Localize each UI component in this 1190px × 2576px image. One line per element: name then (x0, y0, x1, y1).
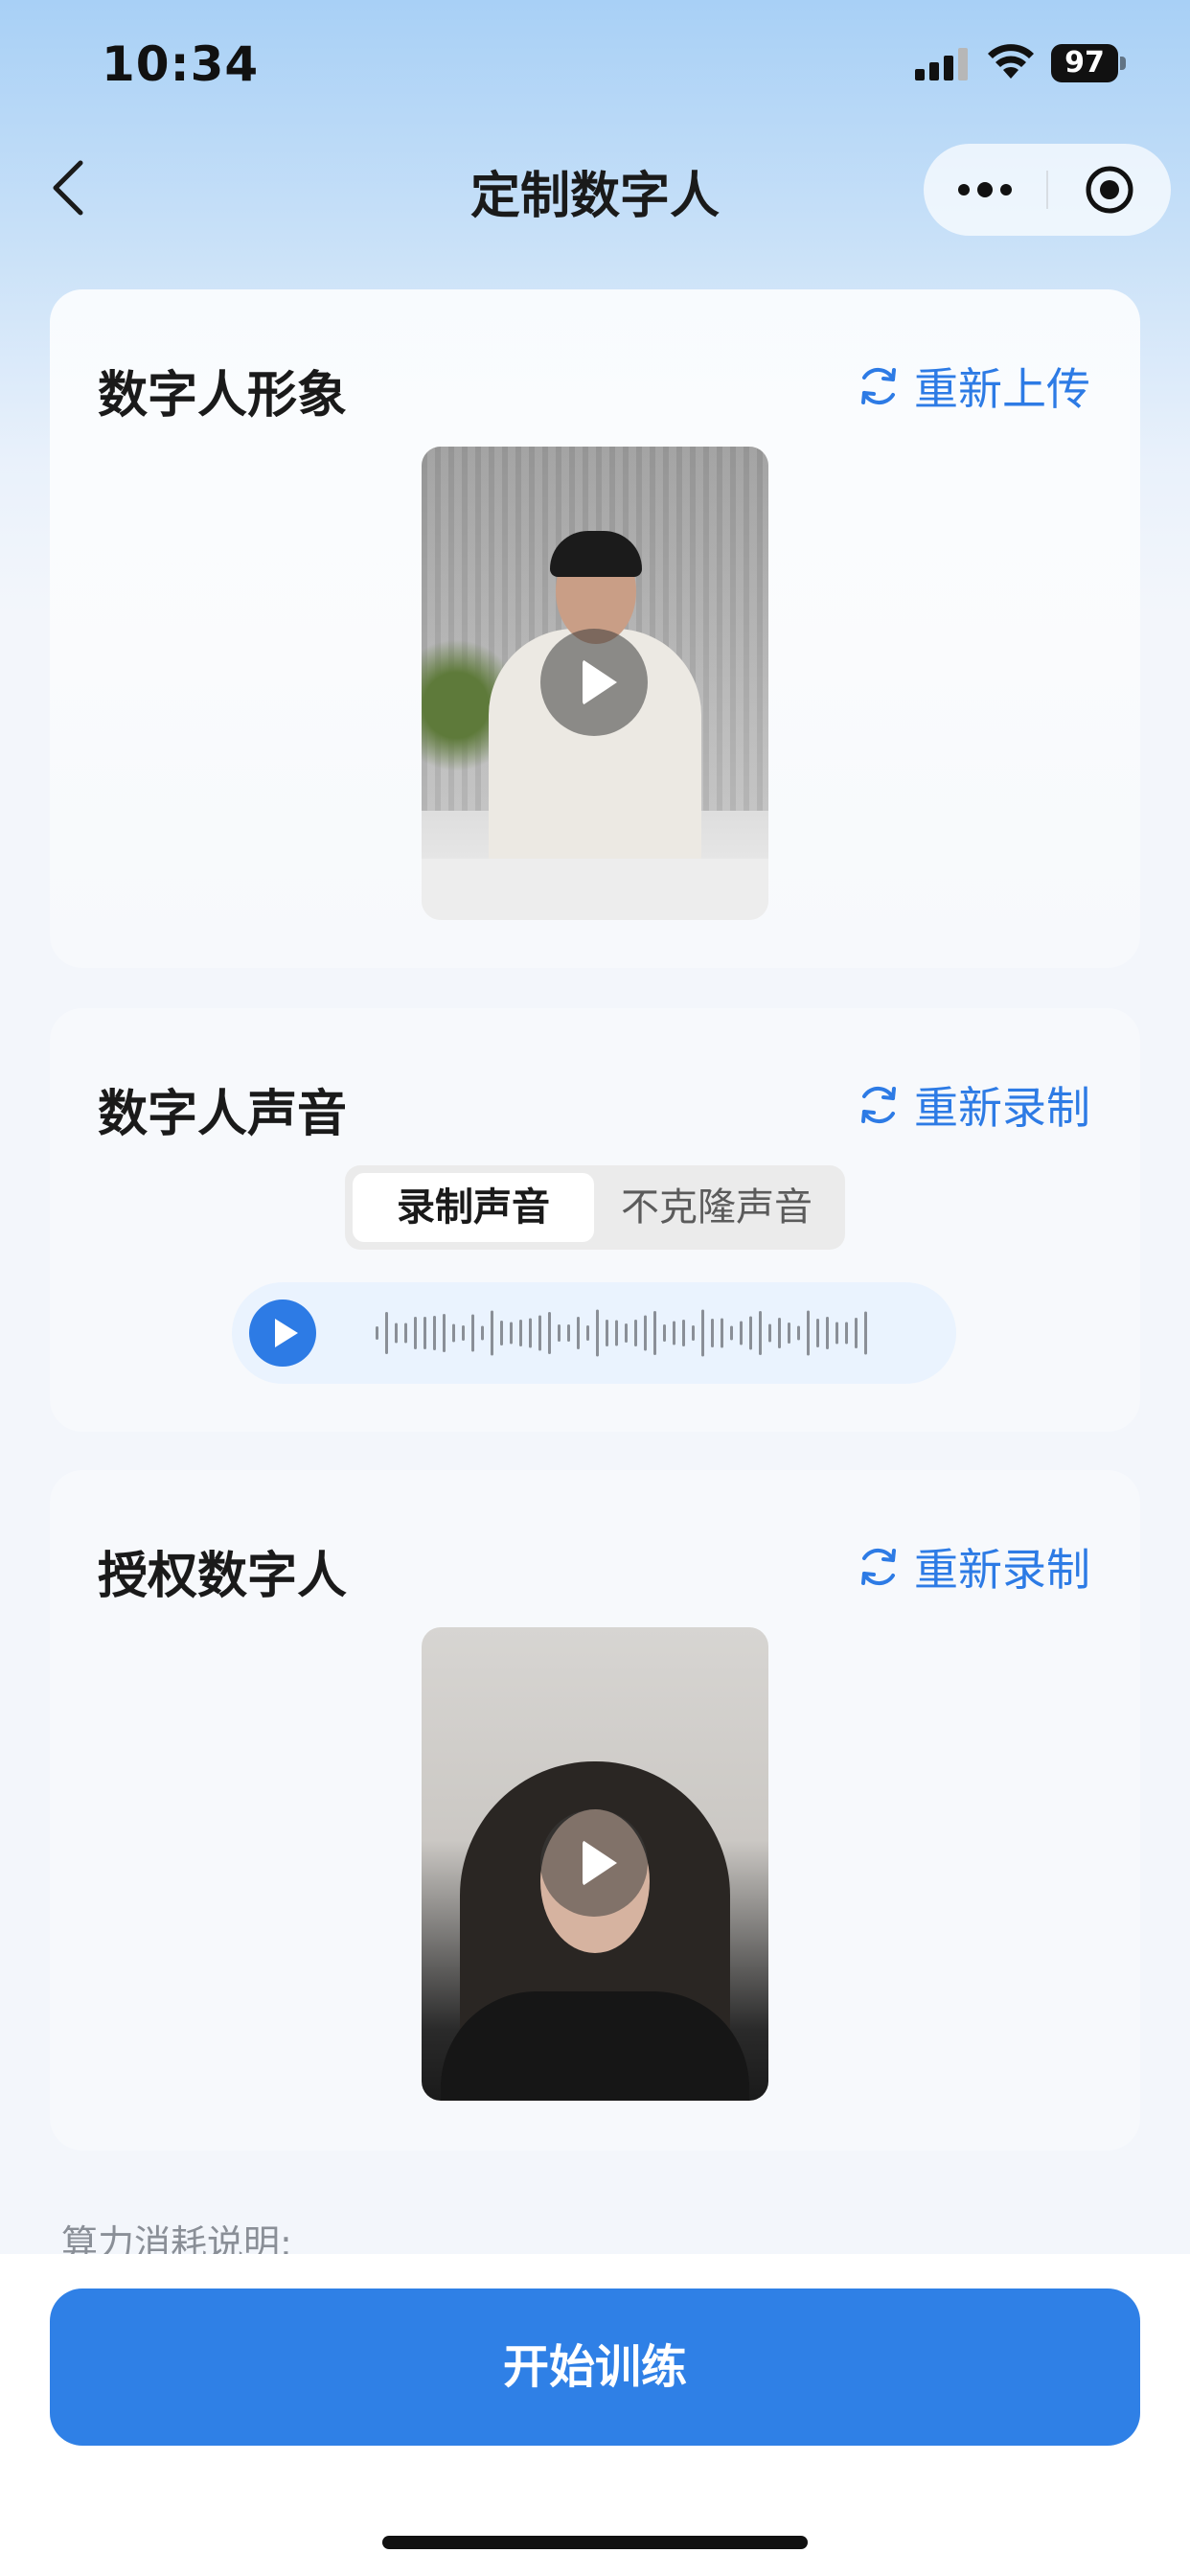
waveform-bar (634, 1320, 637, 1346)
close-mini-program-button[interactable] (1048, 144, 1171, 236)
play-video-button[interactable] (540, 629, 648, 736)
authorize-card: 授权数字人 重新录制 (50, 1470, 1140, 2150)
status-time: 10:34 (102, 36, 260, 92)
rerecord-authorize-button[interactable]: 重新录制 (857, 1535, 1090, 1598)
waveform-bar (500, 1321, 503, 1346)
waveform-bar (376, 1326, 378, 1340)
waveform-bar (721, 1318, 723, 1348)
waveform-bar (768, 1323, 771, 1343)
waveform-bar (395, 1322, 398, 1344)
status-bar: 10:34 97 (0, 0, 1190, 134)
mini-program-capsule (924, 144, 1171, 236)
waveform-bar (538, 1315, 541, 1351)
waveform-bar (845, 1322, 848, 1345)
avatar-video-thumbnail[interactable] (422, 447, 768, 920)
battery-level: 97 (1051, 44, 1118, 82)
waveform-bar (835, 1322, 838, 1345)
waveform-bar (826, 1317, 829, 1349)
waveform-bar (615, 1320, 618, 1346)
waveform-bar (433, 1316, 436, 1350)
battery-icon: 97 (1051, 44, 1126, 82)
waveform-bar (653, 1311, 656, 1355)
waveform-bar (663, 1324, 666, 1342)
audio-player (232, 1282, 956, 1384)
voice-mode-segmented-control: 录制声音 不克隆声音 (345, 1165, 845, 1250)
waveform-bar (471, 1314, 474, 1352)
home-indicator (382, 2536, 808, 2549)
waveform-bar (701, 1309, 704, 1357)
waveform-bar (529, 1318, 532, 1348)
voice-card: 数字人声音 重新录制 录制声音 不克隆声音 (50, 1008, 1140, 1432)
refresh-icon (861, 1548, 896, 1586)
waveform-bar (692, 1325, 695, 1341)
rerecord-voice-label: 重新录制 (914, 1082, 1090, 1134)
waveform-bar (855, 1318, 858, 1348)
waveform-bar (481, 1325, 484, 1341)
tab-record-voice[interactable]: 录制声音 (353, 1173, 594, 1242)
wifi-icon (988, 44, 1034, 79)
start-training-button[interactable]: 开始训练 (50, 2288, 1140, 2446)
waveform-bar (644, 1315, 647, 1351)
play-video-button[interactable] (540, 1809, 648, 1917)
waveform-bar (711, 1319, 714, 1347)
rerecord-voice-button[interactable]: 重新录制 (857, 1073, 1090, 1137)
authorize-video-thumbnail[interactable] (422, 1627, 768, 2101)
table-shape (422, 859, 768, 920)
waveform-bar (740, 1321, 743, 1346)
reupload-label: 重新上传 (914, 363, 1090, 415)
voice-section-title: 数字人声音 (98, 1086, 348, 1143)
waveform-bar (577, 1317, 580, 1349)
waveform-bar (864, 1311, 867, 1355)
waveform-bar (462, 1325, 465, 1341)
waveform-bar (414, 1317, 417, 1349)
waveform-bar (385, 1312, 388, 1354)
waveform-bar (807, 1310, 810, 1356)
waveform-bar (443, 1314, 446, 1352)
more-button[interactable] (924, 144, 1046, 236)
waveform-bar (491, 1310, 493, 1356)
refresh-icon (861, 1086, 896, 1124)
waveform-bar (596, 1309, 599, 1357)
tab-no-clone-voice[interactable]: 不克隆声音 (596, 1173, 837, 1242)
waveform-bar (788, 1322, 790, 1344)
waveform-bar (548, 1312, 551, 1354)
waveform-bar (558, 1324, 561, 1342)
waveform-bar (510, 1322, 513, 1345)
waveform-bar (606, 1320, 608, 1346)
waveform-bar (778, 1318, 781, 1348)
waveform-bar (797, 1325, 800, 1341)
refresh-icon (861, 367, 896, 405)
waveform-bar (625, 1323, 628, 1343)
waveform-bar (749, 1316, 752, 1350)
waveform-bar (586, 1325, 589, 1341)
audio-play-button[interactable] (249, 1300, 316, 1367)
waveform-bar (519, 1320, 522, 1346)
waveform-bar (423, 1317, 426, 1349)
avatar-section-title: 数字人形象 (98, 367, 348, 425)
person-body (441, 1991, 749, 2101)
reupload-button[interactable]: 重新上传 (857, 355, 1090, 418)
waveform-bar (816, 1319, 819, 1347)
waveform-bar (404, 1322, 407, 1344)
target-circle-icon (1086, 166, 1133, 214)
waveform-bar (730, 1325, 733, 1341)
waveform-bar (452, 1323, 455, 1343)
rerecord-authorize-label: 重新录制 (914, 1544, 1090, 1596)
more-dots-icon (958, 182, 1012, 197)
signal-icon (915, 48, 968, 80)
waveform-bar (567, 1324, 570, 1342)
waveform-bar (759, 1311, 762, 1355)
waveform-bar (673, 1321, 675, 1346)
avatar-card: 数字人形象 重新上传 (50, 289, 1140, 968)
waveform-bar (682, 1320, 685, 1346)
authorize-section-title: 授权数字人 (98, 1548, 348, 1605)
waveform-icon (376, 1309, 867, 1357)
